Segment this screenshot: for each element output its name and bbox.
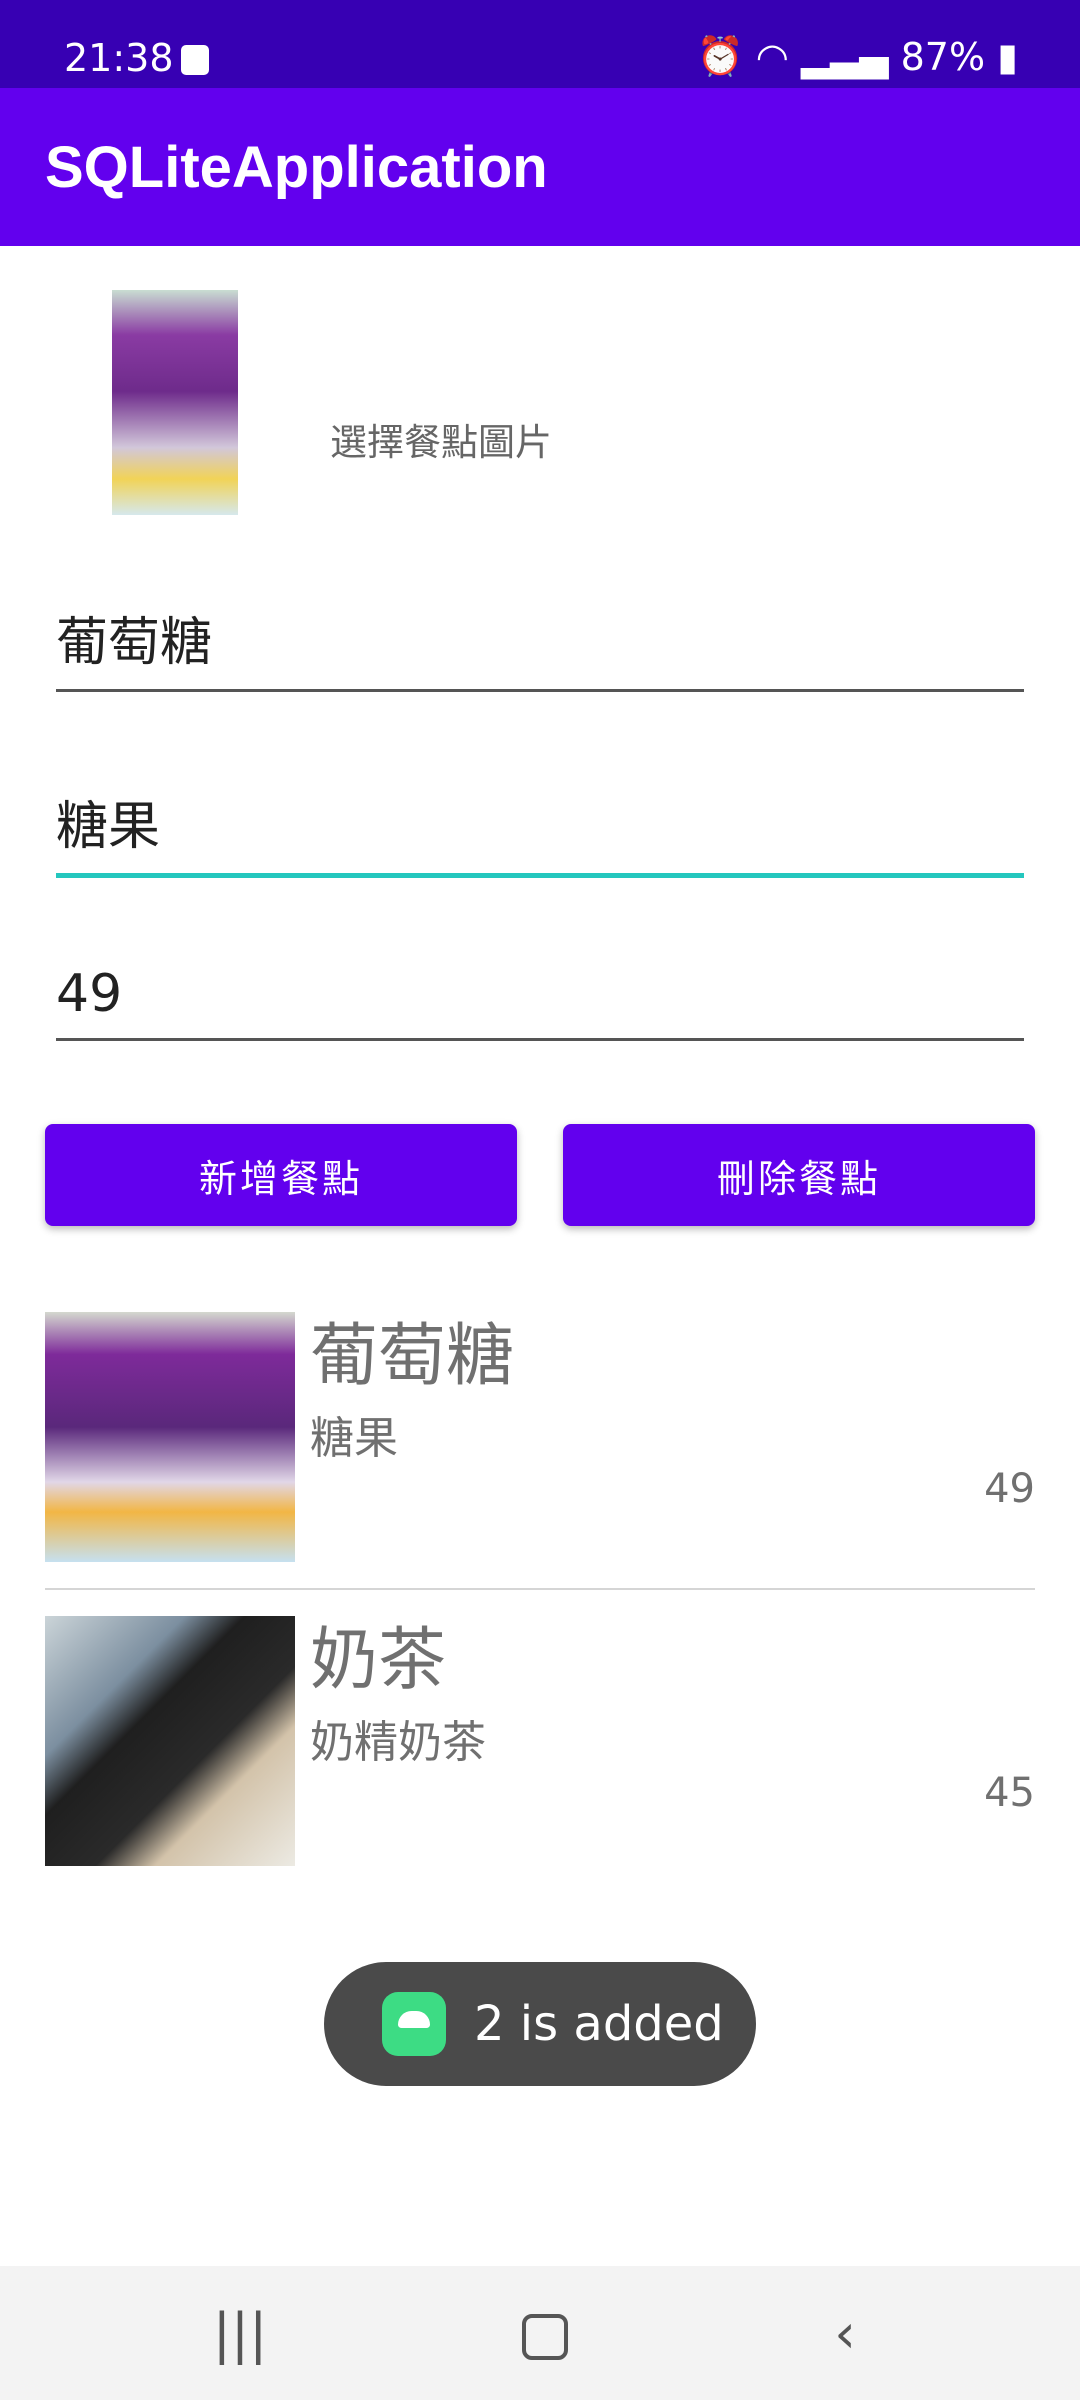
food-image	[45, 1312, 295, 1562]
wifi-icon: ◠	[755, 34, 789, 79]
delete-meal-button[interactable]: 刪除餐點	[563, 1124, 1035, 1226]
recents-icon[interactable]: |||	[180, 2304, 300, 2364]
list-divider	[45, 1588, 1035, 1590]
item-description: 奶精奶茶	[310, 1717, 486, 1768]
add-meal-button[interactable]: 新增餐點	[45, 1124, 517, 1226]
item-name: 葡萄糖	[310, 1317, 515, 1396]
name-field[interactable]: 葡萄糖	[56, 600, 1024, 692]
signal-icon: ▂▃▄	[800, 34, 889, 79]
toast-text: 2 is added	[474, 1996, 724, 2052]
checkbox-icon	[181, 45, 209, 75]
app-title: SQLiteApplication	[45, 135, 548, 200]
description-field[interactable]: 糖果	[56, 784, 1024, 878]
food-image	[45, 1616, 295, 1866]
status-time: 21:38	[64, 36, 174, 80]
list-item[interactable]: 葡萄糖 糖果 49	[45, 1312, 1035, 1564]
item-name: 奶茶	[310, 1621, 447, 1700]
home-icon[interactable]	[522, 2314, 568, 2360]
toast-message: 2 is added	[324, 1962, 756, 2086]
battery-icon: ▮	[997, 34, 1018, 79]
item-price: 49	[984, 1466, 1035, 1512]
price-field[interactable]: 49	[56, 964, 1024, 1041]
alarm-icon: ⏰	[696, 34, 744, 78]
status-right-icons: ⏰ ◠ ▂▃▄ 87% ▮	[696, 34, 1018, 79]
app-bar: SQLiteApplication	[0, 88, 1080, 246]
item-description: 糖果	[310, 1413, 398, 1464]
back-icon[interactable]: ‹	[785, 2304, 905, 2364]
list-item[interactable]: 奶茶 奶精奶茶 45	[45, 1616, 1035, 1868]
android-icon	[382, 1992, 446, 2056]
selected-food-image[interactable]	[112, 290, 238, 515]
battery-percent: 87%	[900, 34, 986, 79]
choose-image-label[interactable]: 選擇餐點圖片	[330, 412, 552, 466]
status-bar: 21:38 ⏰ ◠ ▂▃▄ 87% ▮	[0, 0, 1080, 88]
navigation-bar: ||| ‹	[0, 2266, 1080, 2400]
item-price: 45	[984, 1770, 1035, 1816]
